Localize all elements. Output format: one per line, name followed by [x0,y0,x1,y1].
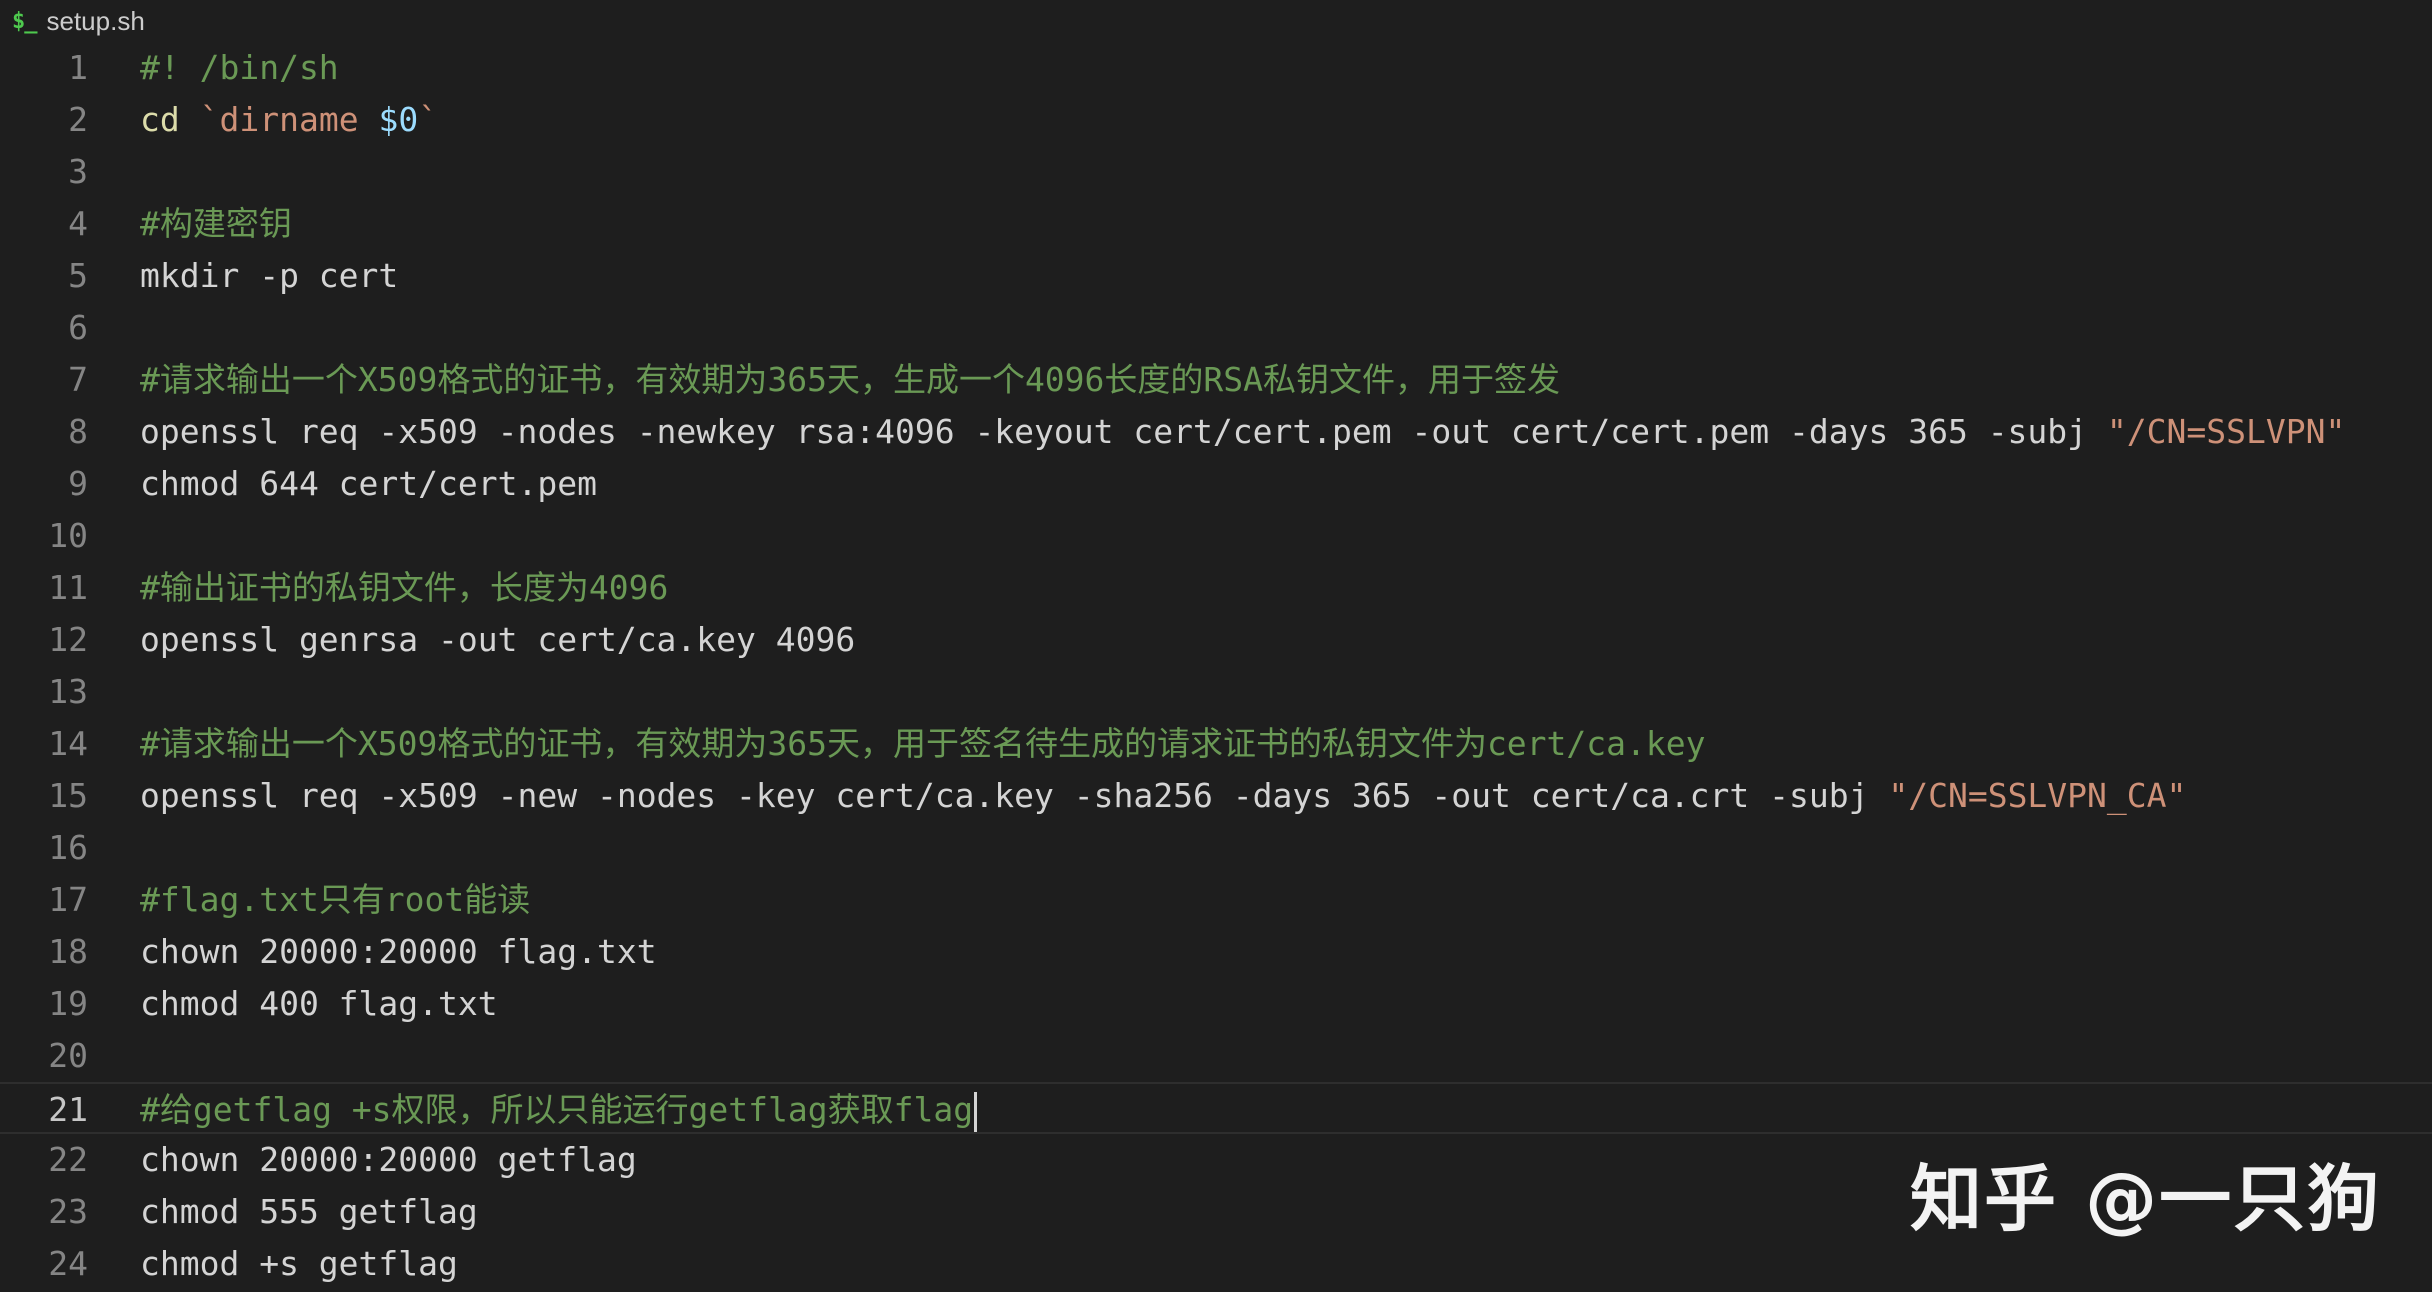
code-text: openssl genrsa -out cert/ca.key 4096 [140,614,855,666]
code-token: chmod 400 flag.txt [140,984,498,1023]
code-line[interactable]: 20 [0,1030,2432,1082]
code-line[interactable]: 19 chmod 400 flag.txt [0,978,2432,1030]
code-token: #输出证书的私钥文件，长度为4096 [140,568,669,607]
code-text: chown 20000:20000 getflag [140,1134,637,1186]
line-number: 8 [68,412,88,451]
code-text: chmod +s getflag [140,1238,458,1290]
code-line[interactable]: 24 chmod +s getflag [0,1238,2432,1290]
code-line[interactable]: 2 cd `dirname $0` [0,94,2432,146]
tab-setup-sh[interactable]: $_ setup.sh [12,4,145,38]
code-text: #请求输出一个X509格式的证书，有效期为365天，生成一个4096长度的RSA… [140,354,1560,406]
code-text: #flag.txt只有root能读 [140,874,530,926]
code-line[interactable]: 13 [0,666,2432,718]
line-number: 24 [48,1244,88,1283]
code-line[interactable]: 17 #flag.txt只有root能读 [0,874,2432,926]
code-token: chmod +s getflag [140,1244,458,1283]
line-number: 19 [48,984,88,1023]
line-number: 6 [68,308,88,347]
line-number: 4 [68,204,88,243]
tab-bar: $_ setup.sh [0,0,2432,42]
line-number: 21 [48,1090,88,1129]
line-number: 15 [48,776,88,815]
code-token: ` [418,100,439,139]
code-text: chmod 400 flag.txt [140,978,498,1030]
text-cursor [974,1091,978,1132]
line-number: 2 [68,100,88,139]
line-number: 17 [48,880,88,919]
code-line[interactable]: 6 [0,302,2432,354]
line-number: 11 [48,568,88,607]
code-token: chown 20000:20000 getflag [140,1140,637,1179]
line-number: 7 [68,360,88,399]
code-text: #给getflag +s权限，所以只能运行getflag获取flag [140,1084,978,1136]
code-token: #给getflag +s权限，所以只能运行getflag获取flag [140,1090,974,1129]
code-token: #flag.txt只有root能读 [140,880,531,919]
code-token: chmod 644 cert/cert.pem [140,464,597,503]
code-line[interactable]: 4 #构建密钥 [0,198,2432,250]
code-token: #构建密钥 [140,204,292,243]
line-number: 20 [48,1036,88,1075]
code-token: openssl genrsa -out cert/ca.key 4096 [140,620,856,659]
code-text: cd `dirname $0` [140,94,438,146]
code-token: dirname [219,100,359,139]
line-number: 12 [48,620,88,659]
code-token: openssl req -x509 -new -nodes -key cert/… [140,776,1889,815]
code-text: openssl req -x509 -nodes -newkey rsa:409… [140,406,2345,458]
code-text: mkdir -p cert [140,250,398,302]
watermark: 知乎 @一只狗 [1910,1157,2382,1241]
code-editor[interactable]: 1 #! /bin/sh 2 cd `dirname $0` 3 4 #构建密钥 5 mkdir… [0,42,2432,1292]
code-text: #输出证书的私钥文件，长度为4096 [140,562,668,614]
line-number: 18 [48,932,88,971]
code-token: $0 [378,100,419,139]
code-line[interactable]: 21 #给getflag +s权限，所以只能运行getflag获取flag [0,1082,2432,1134]
code-token: cd [140,100,180,139]
tab-label: setup.sh [46,5,145,36]
code-line[interactable]: 3 [0,146,2432,198]
code-line[interactable]: 18 chown 20000:20000 flag.txt [0,926,2432,978]
line-number: 5 [68,256,88,295]
code-line[interactable]: 11 #输出证书的私钥文件，长度为4096 [0,562,2432,614]
code-line[interactable]: 1 #! /bin/sh [0,42,2432,94]
code-line[interactable]: 15 openssl req -x509 -new -nodes -key cer… [0,770,2432,822]
line-number: 23 [48,1192,88,1231]
code-line[interactable]: 10 [0,510,2432,562]
code-text: chown 20000:20000 flag.txt [140,926,657,978]
line-number: 14 [48,724,88,763]
code-token: mkdir -p cert [140,256,399,295]
code-line[interactable]: 16 [0,822,2432,874]
code-text: #! /bin/sh [140,42,339,94]
code-text: openssl req -x509 -new -nodes -key cert/… [140,770,2186,822]
code-token: openssl req -x509 -nodes -newkey rsa:409… [140,412,2107,451]
code-token: chmod 555 getflag [140,1192,478,1231]
code-token: chown 20000:20000 flag.txt [140,932,657,971]
line-number: 9 [68,464,88,503]
code-line[interactable]: 9 chmod 644 cert/cert.pem [0,458,2432,510]
line-number: 22 [48,1140,88,1179]
line-number: 1 [68,48,88,87]
line-number: 10 [48,516,88,555]
code-token: ` [179,100,220,139]
code-token: #! /bin/sh [140,48,339,87]
code-line[interactable]: 12 openssl genrsa -out cert/ca.key 4096 [0,614,2432,666]
line-number: 13 [48,672,88,711]
code-token: "/CN=SSLVPN_CA" [1888,776,2187,815]
code-token: #请求输出一个X509格式的证书，有效期为365天，用于签名待生成的请求证书的私… [140,724,1706,763]
line-number: 3 [68,152,88,191]
terminal-shell-icon: $_ [12,8,37,34]
code-text: #请求输出一个X509格式的证书，有效期为365天，用于签名待生成的请求证书的私… [140,718,1706,770]
code-text: #构建密钥 [140,198,292,250]
code-text: chmod 644 cert/cert.pem [140,458,597,510]
line-number: 16 [48,828,88,867]
code-line[interactable]: 5 mkdir -p cert [0,250,2432,302]
code-line[interactable]: 14 #请求输出一个X509格式的证书，有效期为365天，用于签名待生成的请求证书… [0,718,2432,770]
code-line[interactable]: 7 #请求输出一个X509格式的证书，有效期为365天，生成一个4096长度的RS… [0,354,2432,406]
code-line[interactable]: 8 openssl req -x509 -nodes -newkey rsa:40… [0,406,2432,458]
code-token: "/CN=SSLVPN" [2106,412,2346,451]
code-text: chmod 555 getflag [140,1186,478,1238]
code-token: #请求输出一个X509格式的证书，有效期为365天，生成一个4096长度的RSA… [140,360,1561,399]
